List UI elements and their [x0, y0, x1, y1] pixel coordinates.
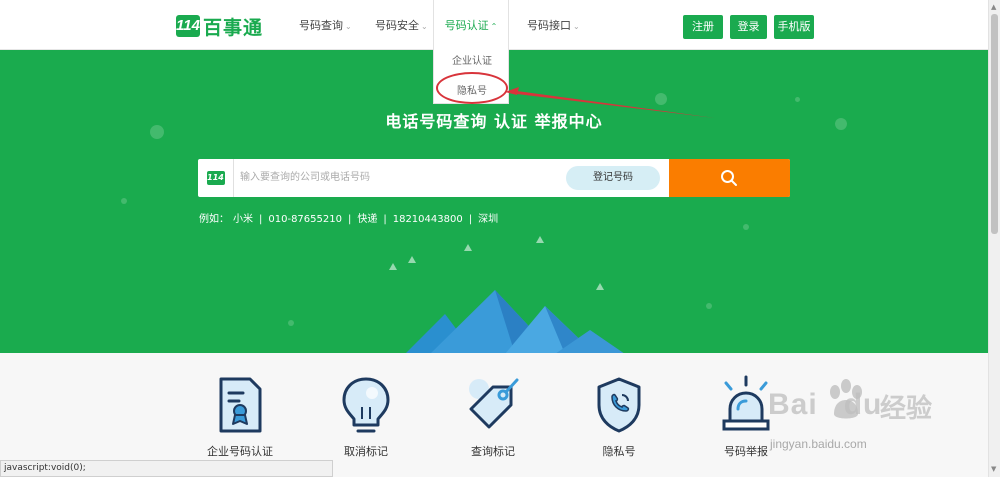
nav-label: 号码认证	[444, 19, 489, 32]
watermark-cn: 经验	[880, 394, 933, 424]
service-cancel-mark[interactable]: 取消标记	[321, 353, 411, 459]
lightbulb-icon	[342, 377, 390, 433]
nav-label: 号码安全	[375, 19, 419, 32]
decor-dot	[795, 97, 800, 102]
shield-phone-icon	[597, 377, 641, 433]
watermark-brand: Bai	[768, 388, 818, 421]
chevron-down-icon: ⌄	[573, 22, 580, 31]
login-button[interactable]: 登录	[730, 15, 767, 39]
decor-dot	[288, 320, 294, 326]
dropdown-item-enterprise-auth[interactable]: 企业认证	[434, 52, 510, 67]
decor-dot	[743, 224, 749, 230]
vertical-scrollbar[interactable]: ▲ ▼	[988, 0, 1000, 477]
decor-triangle	[389, 263, 397, 270]
scroll-thumb[interactable]	[991, 14, 998, 234]
example-separator: |	[259, 214, 263, 225]
search-icon	[721, 170, 737, 186]
search-logo: 114	[198, 159, 234, 197]
decor-dot	[121, 198, 127, 204]
search-button[interactable]	[669, 159, 790, 197]
chevron-down-icon: ⌄	[421, 22, 428, 31]
example-link[interactable]: 18210443800	[393, 214, 463, 225]
chevron-down-icon: ⌄	[345, 22, 352, 31]
example-link[interactable]: 深圳	[478, 214, 498, 225]
logo-114-badge: 114	[206, 171, 225, 185]
register-number-button[interactable]: 登记号码	[566, 166, 660, 190]
example-separator: |	[468, 214, 473, 225]
service-label: 隐私号	[602, 445, 636, 458]
watermark-url: jingyan.baidu.com	[770, 437, 867, 451]
search-input[interactable]: 输入要查询的公司或电话号码	[240, 159, 540, 197]
alarm-icon	[722, 375, 770, 431]
service-query-mark[interactable]: 查询标记	[448, 353, 538, 459]
register-button[interactable]: 注册	[683, 15, 723, 39]
browser-status-bar: javascript:void(0);	[0, 460, 333, 477]
certificate-icon	[219, 377, 262, 433]
mountains-illustration	[406, 290, 624, 353]
site-logo[interactable]: 114 百事通	[176, 14, 264, 39]
logo-text: 百事通	[203, 16, 264, 39]
search-examples: 例如： 小米 | 010-87655210 | 快递 | 18210443800 | 深圳	[199, 210, 502, 225]
example-link[interactable]: 快递	[357, 214, 377, 225]
nav-item-number-security[interactable]: 号码安全 ⌄	[375, 0, 428, 50]
example-separator: |	[383, 214, 387, 225]
mobile-version-button[interactable]: 手机版	[774, 15, 814, 39]
service-label: 查询标记	[471, 445, 515, 458]
examples-prefix: 例如：	[199, 214, 229, 225]
example-separator: |	[347, 214, 352, 225]
hero-title: 电话号码查询 认证 举报中心	[385, 112, 603, 131]
nav-item-number-auth[interactable]: 号码认证 ⌃	[433, 0, 509, 53]
tag-icon	[469, 378, 519, 429]
nav-item-number-api[interactable]: 号码接口 ⌄	[527, 0, 580, 50]
search-bar: 114 输入要查询的公司或电话号码 登记号码	[198, 159, 790, 197]
logo-114-badge: 114	[176, 15, 200, 37]
scroll-down-arrow-icon[interactable]: ▼	[991, 465, 996, 473]
highlight-circle	[436, 72, 508, 104]
decor-triangle	[464, 244, 472, 251]
nav-label: 号码接口	[527, 19, 571, 32]
annotation-arrow-icon	[505, 87, 715, 118]
site-header: 114 百事通 号码查询 ⌄ 号码安全 ⌄ 号码认证 ⌃ 号码接口 ⌄ 注册 登录 手机…	[0, 0, 988, 53]
nav-label: 号码查询	[299, 19, 343, 32]
service-label: 取消标记	[344, 445, 388, 458]
example-link[interactable]: 010-87655210	[268, 214, 342, 225]
service-privacy-number[interactable]: 隐私号	[574, 353, 664, 459]
service-label: 企业号码认证	[207, 445, 273, 458]
baidu-paw-icon	[830, 379, 862, 419]
nav-item-number-query[interactable]: 号码查询 ⌄	[299, 0, 352, 50]
decor-dot	[706, 303, 712, 309]
example-link[interactable]: 小米	[233, 214, 253, 225]
scroll-up-arrow-icon[interactable]: ▲	[991, 3, 996, 11]
service-enterprise-auth[interactable]: 企业号码认证	[195, 353, 285, 459]
decor-triangle	[536, 236, 544, 243]
chevron-up-icon: ⌃	[490, 22, 498, 31]
decor-triangle	[408, 256, 416, 263]
